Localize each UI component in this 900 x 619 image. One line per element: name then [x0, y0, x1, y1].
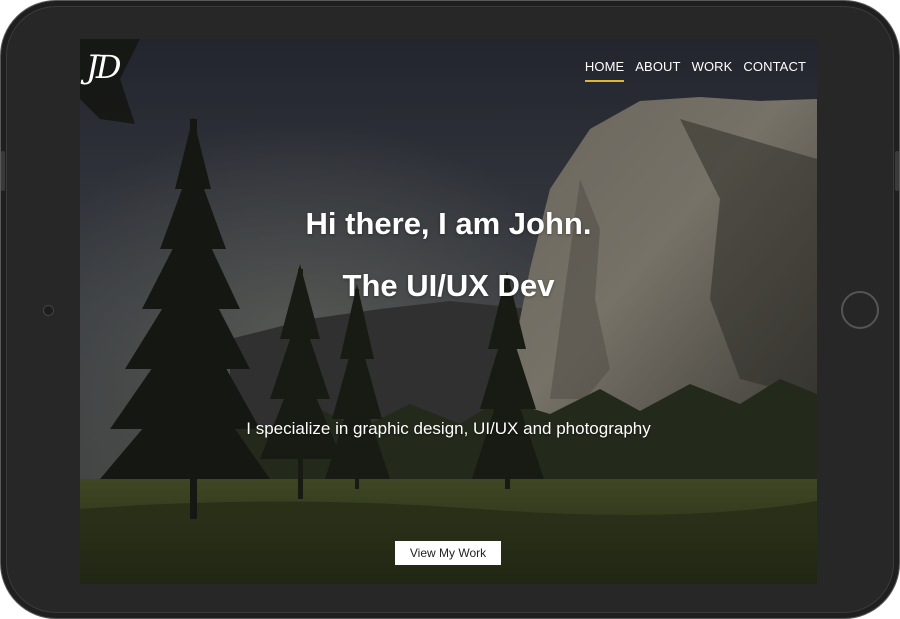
hero-subtitle: I specialize in graphic design, UI/UX an…: [246, 419, 651, 438]
image-dim-overlay: [80, 39, 817, 584]
nav-item-work[interactable]: WORK: [692, 59, 733, 82]
nav-item-about[interactable]: ABOUT: [635, 59, 680, 82]
website-screen: JD HOME ABOUT WORK CONTACT Hi there, I a…: [80, 39, 817, 584]
main-nav: HOME ABOUT WORK CONTACT: [584, 59, 806, 82]
home-button-icon[interactable]: [841, 291, 879, 329]
view-my-work-button[interactable]: View My Work: [395, 541, 501, 565]
front-camera-icon: [43, 305, 54, 316]
hero-title-line1: Hi there, I am John.: [305, 206, 592, 241]
volume-button: [1, 151, 5, 191]
hero-title-line2: The UI/UX Dev: [342, 268, 555, 303]
nav-item-home[interactable]: HOME: [584, 59, 625, 82]
nav-item-contact[interactable]: CONTACT: [743, 59, 806, 82]
site-logo[interactable]: JD: [86, 47, 122, 87]
tablet-frame: JD HOME ABOUT WORK CONTACT Hi there, I a…: [0, 0, 900, 619]
power-button: [895, 151, 899, 191]
